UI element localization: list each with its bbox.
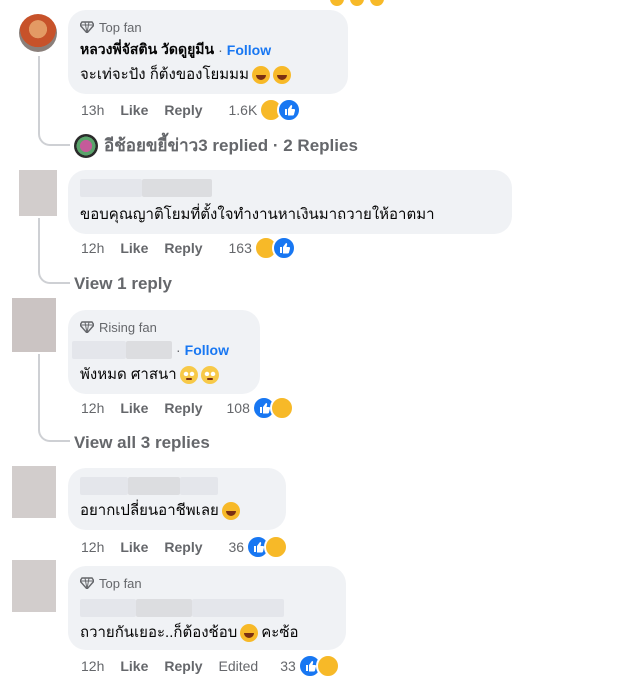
like-button[interactable]: Like xyxy=(120,400,148,416)
timestamp[interactable]: 12h xyxy=(81,240,104,256)
redacted-name xyxy=(80,179,142,197)
top-fan-badge: Top fan xyxy=(80,574,334,592)
like-reaction-icon xyxy=(277,98,302,122)
reply-summary-text: 3 replied · 2 Replies xyxy=(198,135,358,155)
reply-summary[interactable]: อีช้อยขยี้ข่าว 3 replied · 2 Replies xyxy=(74,132,358,159)
reaction-icons[interactable] xyxy=(246,535,289,559)
comment-text: พังหมด ศาสนา xyxy=(80,366,177,383)
redacted-name xyxy=(192,599,284,617)
haha-reaction-icon xyxy=(315,654,340,678)
comment-bubble: อยากเปลี่ยนอาชีพเลย xyxy=(68,468,286,530)
reply-button[interactable]: Reply xyxy=(164,400,202,416)
comment-text: จะเท่จะปัง ก็ต้งของโยมมม xyxy=(80,66,249,83)
reaction-count[interactable]: 163 xyxy=(229,240,252,256)
haha-reaction-icon xyxy=(348,0,366,8)
grin-emoji-icon xyxy=(240,624,259,642)
diamond-icon xyxy=(80,21,94,33)
comment-actions: 12h Like Reply 163 xyxy=(81,236,296,260)
avatar[interactable] xyxy=(12,466,56,518)
comment-bubble: Top fan หลวงพี่จัสติน วัดดูยูมีน · Follo… xyxy=(68,10,348,94)
avatar[interactable] xyxy=(19,14,57,52)
like-button[interactable]: Like xyxy=(120,539,148,555)
reply-button[interactable]: Reply xyxy=(164,658,202,674)
rofl-emoji-icon xyxy=(221,502,240,520)
thread-connector xyxy=(38,256,70,284)
reaction-icons[interactable] xyxy=(259,98,302,122)
comment-text: อยากเปลี่ยนอาชีพเลย xyxy=(80,502,219,519)
comment-actions: 12h Like Reply 36 xyxy=(81,535,289,559)
comment-bubble: ขอบคุณญาติโยมที่ตั้งใจทำงานหาเงินมาถวายใ… xyxy=(68,170,512,234)
redacted-name xyxy=(180,477,218,495)
reaction-icons[interactable] xyxy=(253,236,296,260)
reaction-icons[interactable] xyxy=(251,396,294,420)
like-button[interactable]: Like xyxy=(120,102,148,118)
redacted-name xyxy=(80,477,128,495)
top-fan-badge: Top fan xyxy=(80,18,336,36)
replier-name: อีช้อยขยี้ข่าว xyxy=(104,136,199,155)
badge-label: Rising fan xyxy=(99,319,157,335)
rofl-emoji-icon xyxy=(272,66,291,84)
pleading-emoji-icon xyxy=(200,366,219,384)
separator-dot: · xyxy=(176,342,181,358)
view-replies-link[interactable]: View 1 reply xyxy=(74,274,172,294)
timestamp[interactable]: 13h xyxy=(81,102,104,118)
separator-dot: · xyxy=(218,42,223,58)
reaction-count[interactable]: 33 xyxy=(280,658,296,674)
commenter-name[interactable] xyxy=(80,178,500,198)
reply-button[interactable]: Reply xyxy=(164,240,202,256)
like-reaction-icon xyxy=(271,236,296,260)
reaction-icons[interactable] xyxy=(297,654,340,678)
rofl-emoji-icon xyxy=(251,66,270,84)
thread-connector xyxy=(38,118,70,146)
haha-reaction-icon xyxy=(328,0,346,8)
edited-label[interactable]: Edited xyxy=(219,658,259,674)
redacted-name xyxy=(72,341,126,359)
comment-actions: 12h Like Reply Edited 33 xyxy=(81,654,340,678)
comment-text: ขอบคุณญาติโยมที่ตั้งใจทำงานหาเงินมาถวายใ… xyxy=(80,206,435,223)
haha-reaction-icon xyxy=(264,535,289,559)
redacted-name xyxy=(136,599,192,617)
avatar[interactable] xyxy=(19,170,57,216)
pleading-emoji-icon xyxy=(179,366,198,384)
timestamp[interactable]: 12h xyxy=(81,539,104,555)
redacted-name xyxy=(128,477,180,495)
follow-button[interactable]: Follow xyxy=(185,342,229,358)
reaction-count[interactable]: 36 xyxy=(229,539,245,555)
comment-text: ถวายกันเยอะ..ก็ต้องช้อบ xyxy=(80,624,238,641)
follow-button[interactable]: Follow xyxy=(227,42,271,58)
rising-fan-badge: Rising fan xyxy=(80,318,248,336)
comment-actions: 13h Like Reply 1.6K xyxy=(81,98,302,122)
replier-avatar xyxy=(74,133,98,158)
timestamp[interactable]: 12h xyxy=(81,658,104,674)
badge-label: Top fan xyxy=(99,575,142,591)
thread-connector xyxy=(38,414,70,442)
redacted-name xyxy=(142,179,212,197)
like-button[interactable]: Like xyxy=(120,240,148,256)
comment-actions: 12h Like Reply 108 xyxy=(81,396,294,420)
avatar[interactable] xyxy=(12,560,56,612)
haha-reaction-icon xyxy=(368,0,386,8)
reaction-count[interactable]: 108 xyxy=(227,400,250,416)
reply-button[interactable]: Reply xyxy=(164,102,202,118)
reaction-count[interactable]: 1.6K xyxy=(229,102,258,118)
reply-button[interactable]: Reply xyxy=(164,539,202,555)
commenter-name[interactable]: หลวงพี่จัสติน วัดดูยูมีน xyxy=(80,39,214,61)
redacted-name xyxy=(126,341,172,359)
diamond-icon xyxy=(80,321,94,333)
avatar[interactable] xyxy=(12,298,56,352)
badge-label: Top fan xyxy=(99,19,142,35)
redacted-name xyxy=(80,599,136,617)
diamond-icon xyxy=(80,577,94,589)
comment-bubble: Rising fan · Follow พังหมด ศาสนา xyxy=(68,310,260,394)
comment-bubble: Top fan ถวายกันเยอะ..ก็ต้องช้อบ คะซ้อ xyxy=(68,566,346,650)
timestamp[interactable]: 12h xyxy=(81,400,104,416)
haha-reaction-icon xyxy=(269,396,294,420)
clipped-reactions xyxy=(328,0,386,8)
view-replies-link[interactable]: View all 3 replies xyxy=(74,433,210,453)
comment-text-suffix: คะซ้อ xyxy=(261,624,299,641)
like-button[interactable]: Like xyxy=(120,658,148,674)
